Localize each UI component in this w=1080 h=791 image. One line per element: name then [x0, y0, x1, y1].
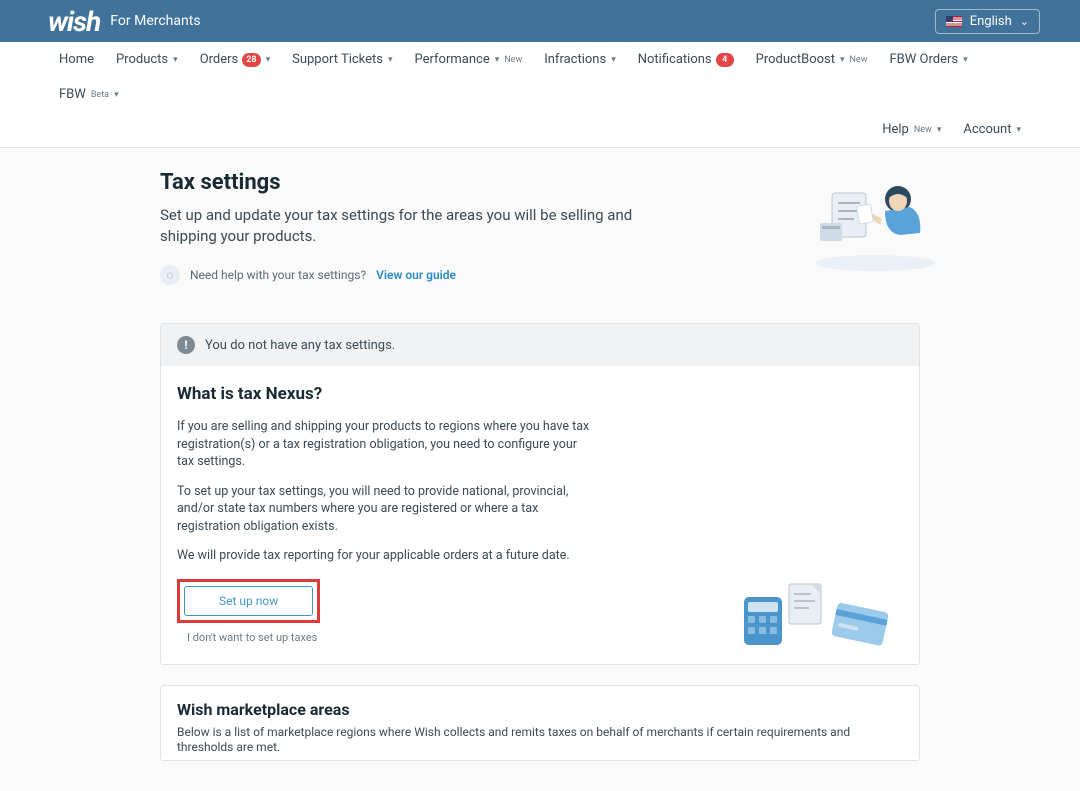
help-text: Need help with your tax settings? [190, 268, 366, 282]
language-label: English [970, 14, 1012, 29]
nav-notifications[interactable]: Notifications4 [627, 42, 745, 77]
caret-icon: ▾ [840, 55, 845, 65]
nexus-p1: If you are selling and shipping your pro… [177, 418, 597, 471]
tax-illustration [739, 579, 899, 654]
notifications-badge: 4 [716, 53, 734, 67]
new-badge: New [850, 55, 868, 65]
marketplace-title: Wish marketplace areas [177, 700, 903, 719]
caret-icon: ▾ [611, 55, 616, 65]
caret-icon: ▾ [495, 55, 500, 65]
nav-orders[interactable]: Orders28▾ [189, 42, 281, 77]
bulb-icon: ◌ [160, 265, 180, 285]
caret-icon: ▾ [937, 125, 942, 135]
info-icon: ! [177, 336, 195, 354]
page-subtitle: Set up and update your tax settings for … [160, 205, 690, 247]
nexus-p3: We will provide tax reporting for your a… [177, 547, 597, 565]
language-selector[interactable]: English ⌄ [935, 9, 1040, 34]
caret-icon: ▾ [1016, 125, 1021, 135]
nav-support-tickets[interactable]: Support Tickets▾ [281, 42, 403, 77]
nav-fbw[interactable]: FBWBeta▾ [48, 77, 130, 112]
caret-icon: ▾ [173, 55, 178, 65]
marketplace-card: Wish marketplace areas Below is a list o… [160, 685, 920, 761]
no-settings-banner: ! You do not have any tax settings. [161, 324, 919, 366]
beta-badge: Beta [91, 90, 109, 100]
brand-logo[interactable]: wish [48, 5, 100, 38]
caret-icon: ▾ [963, 55, 968, 65]
new-badge: New [504, 55, 522, 65]
marketplace-subtitle: Below is a list of marketplace regions w… [177, 725, 903, 756]
page-title: Tax settings [160, 170, 920, 195]
nav-performance[interactable]: Performance▾New [404, 42, 534, 77]
hero-illustration [810, 163, 940, 273]
chevron-down-icon: ⌄ [1020, 15, 1029, 28]
highlight-box: Set up now [177, 579, 320, 623]
nav-help[interactable]: HelpNew▾ [871, 112, 952, 147]
nav-products[interactable]: Products▾ [105, 42, 189, 77]
nav-account[interactable]: Account▾ [952, 112, 1032, 147]
main-nav: Home Products▾ Orders28▾ Support Tickets… [0, 42, 1080, 148]
help-row: ◌ Need help with your tax settings? View… [160, 265, 920, 285]
caret-icon: ▾ [114, 90, 119, 100]
caret-icon: ▾ [388, 55, 393, 65]
tax-settings-card: ! You do not have any tax settings. What… [160, 323, 920, 665]
setup-now-button[interactable]: Set up now [184, 586, 313, 616]
caret-icon: ▾ [266, 55, 271, 65]
view-guide-link[interactable]: View our guide [376, 268, 456, 282]
nav-home[interactable]: Home [48, 42, 105, 77]
brand-subtitle: For Merchants [110, 13, 200, 29]
nexus-p2: To set up your tax settings, you will ne… [177, 483, 597, 536]
orders-badge: 28 [242, 53, 260, 67]
banner-text: You do not have any tax settings. [205, 338, 395, 353]
us-flag-icon [946, 16, 962, 27]
nav-productboost[interactable]: ProductBoost▾New [745, 42, 879, 77]
nav-fbw-orders[interactable]: FBW Orders▾ [878, 42, 978, 77]
new-badge: New [914, 125, 932, 135]
nexus-title: What is tax Nexus? [177, 384, 903, 404]
header-bar: wish For Merchants English ⌄ [0, 0, 1080, 42]
nav-infractions[interactable]: Infractions▾ [533, 42, 627, 77]
